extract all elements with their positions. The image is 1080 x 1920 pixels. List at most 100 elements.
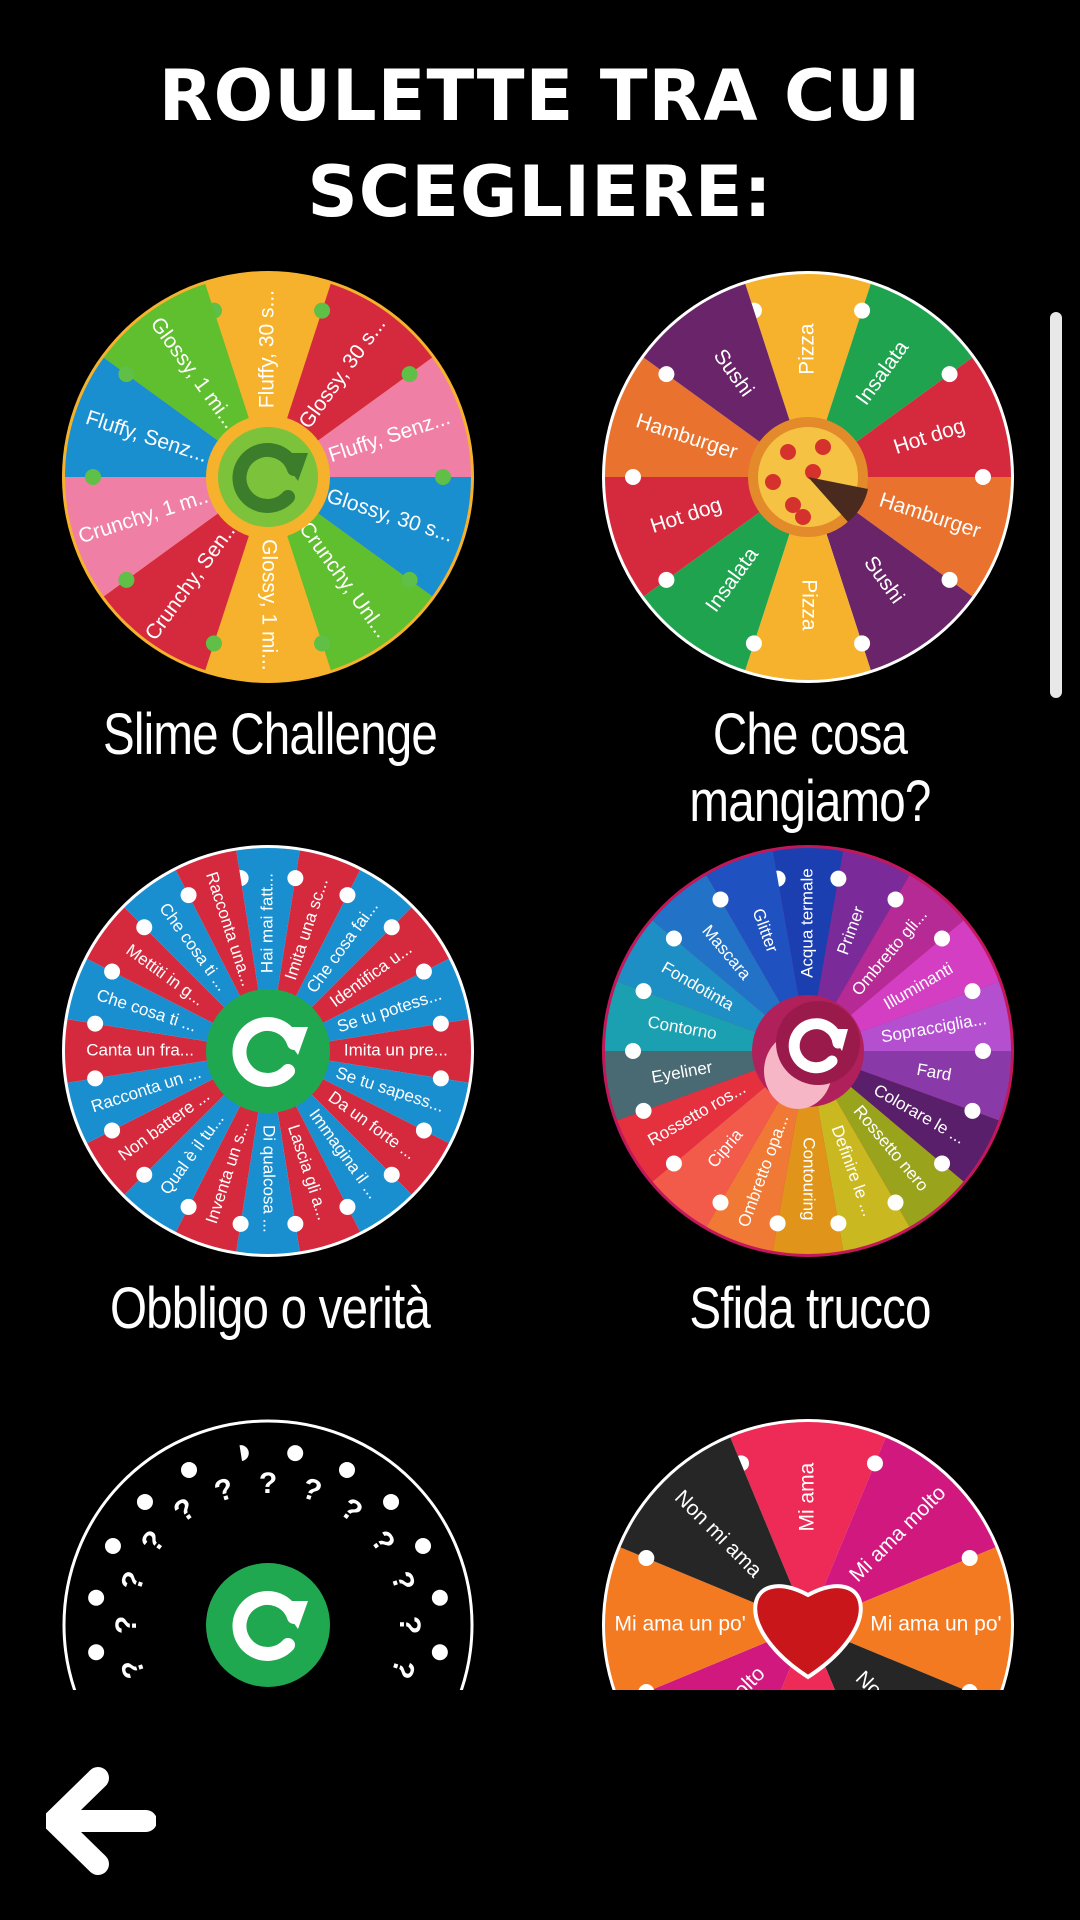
- wheel-segment-label: Canta un fra...: [86, 1040, 194, 1059]
- wheel-peg: [769, 1215, 786, 1232]
- wheel-peg: [205, 635, 222, 652]
- spin-button[interactable]: [206, 1563, 330, 1687]
- scrollbar[interactable]: [1050, 312, 1062, 698]
- wheel-peg: [887, 891, 904, 908]
- wheel-peg: [635, 983, 652, 1000]
- wheel-segment-label: Mi ama: [796, 1462, 819, 1531]
- wheel-obbligo-o-verita[interactable]: Hai mai fatt... Imita una sc... Che cosa f…: [58, 841, 478, 1261]
- wheel-peg: [854, 635, 871, 652]
- wheel-peg: [638, 1550, 655, 1567]
- wheel-card-che-cosa-mangiamo[interactable]: Pizza Insalata Hot dog Hamburger Sushi Pizza I…: [540, 251, 1080, 834]
- spin-button[interactable]: [206, 415, 330, 539]
- wheel-peg: [712, 1194, 729, 1211]
- wheel-peg: [87, 1070, 104, 1087]
- wheel-peg: [287, 1445, 304, 1462]
- wheel-peg: [338, 1461, 355, 1478]
- wheel-card-slime-challenge[interactable]: Fluffy, 30 s... Glossy, 30 s... Fluffy, Se…: [0, 251, 540, 811]
- wheel-peg: [431, 1589, 448, 1606]
- wheel-peg: [934, 1155, 951, 1172]
- wheel-peg: [658, 571, 675, 588]
- wheel-peg: [941, 366, 958, 383]
- wheel-peg: [415, 963, 432, 980]
- wheel-title: Slime Challenge: [102, 702, 438, 767]
- wheel-peg: [625, 1043, 641, 1059]
- wheel-peg: [934, 930, 951, 947]
- pizza-icon[interactable]: [748, 417, 868, 537]
- title-line-1: Roulette tra cui: [158, 55, 922, 137]
- wheel-peg: [431, 1644, 448, 1661]
- back-button[interactable]: [43, 1766, 157, 1876]
- wheel-peg: [401, 571, 418, 588]
- wheel-peg: [180, 887, 197, 904]
- wheel-peg: [87, 1015, 104, 1032]
- wheel-peg: [854, 302, 871, 319]
- wheel-slime-challenge[interactable]: Fluffy, 30 s... Glossy, 30 s... Fluffy, Se…: [58, 267, 478, 687]
- wheel-peg: [432, 1015, 449, 1032]
- wheel-segment-label: Mi ama un po': [870, 1613, 1001, 1636]
- wheel-segment-label: Pizza: [797, 579, 820, 631]
- wheel-peg: [88, 1644, 105, 1661]
- wheel-peg: [104, 963, 121, 980]
- wheel-peg: [975, 1043, 991, 1059]
- wheel-peg: [314, 635, 331, 652]
- wheel-peg: [635, 1102, 652, 1119]
- wheel-peg: [104, 1538, 121, 1555]
- wheel-segment-label: Acqua termale: [797, 868, 816, 978]
- spin-button[interactable]: [206, 989, 330, 1113]
- wheel-card-mi-ama[interactable]: Mi amaMi ama moltoMi ama un po'Non mi am…: [540, 1399, 1080, 1690]
- wheel-peg: [314, 302, 331, 319]
- wheel-card-sfida-trucco[interactable]: Acqua termale Primer Ombretto gli... Illumi…: [540, 825, 1080, 1385]
- wheel-segment-label: Imita un pre...: [344, 1040, 448, 1059]
- wheel-peg: [118, 571, 135, 588]
- wheel-segment-label: Hai mai fatt...: [257, 873, 276, 973]
- arrow-left-icon: [43, 1767, 157, 1875]
- wheel-peg: [136, 1166, 153, 1183]
- wheel-sfida-trucco[interactable]: Acqua termale Primer Ombretto gli... Illumi…: [598, 841, 1018, 1261]
- wheel-peg: [232, 1215, 249, 1232]
- wheel-segment-label: ?: [110, 1616, 143, 1634]
- wheel-segment-label: ?: [259, 1467, 277, 1500]
- wheel-peg: [383, 1493, 400, 1510]
- wheel-peg: [964, 983, 981, 1000]
- wheel-peg: [658, 366, 675, 383]
- wheel-peg: [339, 1198, 356, 1215]
- wheel-title: Che cosa mangiamo?: [689, 702, 931, 834]
- wheel-peg: [104, 1122, 121, 1139]
- wheel-list[interactable]: Fluffy, 30 s... Glossy, 30 s... Fluffy, Se…: [0, 250, 1080, 1690]
- wheel-peg: [830, 870, 847, 887]
- wheel-peg: [961, 1550, 978, 1567]
- wheel-peg: [287, 870, 304, 887]
- wheel-peg: [85, 469, 101, 485]
- wheel-peg: [180, 1198, 197, 1215]
- title-line-2: scegliere:: [307, 151, 773, 233]
- wheel-segment-label: Pizza: [796, 323, 819, 375]
- wheel-peg: [118, 366, 135, 383]
- wheel-peg: [432, 1070, 449, 1087]
- wheel-peg: [415, 1538, 432, 1555]
- wheel-peg: [665, 1155, 682, 1172]
- wheel-segment-label: Mi ama un po': [614, 1613, 745, 1636]
- wheel-peg: [866, 1455, 883, 1472]
- wheel-segment-label: Glossy, 1 mi...: [257, 539, 280, 670]
- wheel-peg: [415, 1122, 432, 1139]
- wheel-peg: [964, 1102, 981, 1119]
- wheel-peg: [975, 469, 991, 485]
- wheel-mystery[interactable]: ????????????????????: [58, 1415, 478, 1690]
- wheel-card-obbligo-o-verita[interactable]: Hai mai fatt... Imita una sc... Che cosa f…: [0, 825, 540, 1385]
- page-title: Roulette tra cui scegliere:: [0, 48, 1080, 240]
- wheel-peg: [383, 919, 400, 936]
- wheel-segment-label: ?: [393, 1616, 426, 1634]
- wheel-peg: [181, 1461, 198, 1478]
- wheel-peg: [136, 919, 153, 936]
- wheel-mi-ama[interactable]: Mi amaMi ama moltoMi ama un po'Non mi am…: [598, 1415, 1018, 1690]
- wheel-segment-label: Fluffy, 30 s...: [256, 290, 279, 408]
- wheel-peg: [887, 1194, 904, 1211]
- wheel-peg: [665, 930, 682, 947]
- wheel-peg: [941, 571, 958, 588]
- wheel-peg: [136, 1493, 153, 1510]
- wheel-peg: [88, 1589, 105, 1606]
- wheel-che-cosa-mangiamo[interactable]: Pizza Insalata Hot dog Hamburger Sushi Pizza I…: [598, 267, 1018, 687]
- wheel-peg: [625, 469, 641, 485]
- wheel-title: Obbligo o verità: [109, 1276, 431, 1341]
- wheel-card-mystery[interactable]: ????????????????????: [0, 1399, 540, 1690]
